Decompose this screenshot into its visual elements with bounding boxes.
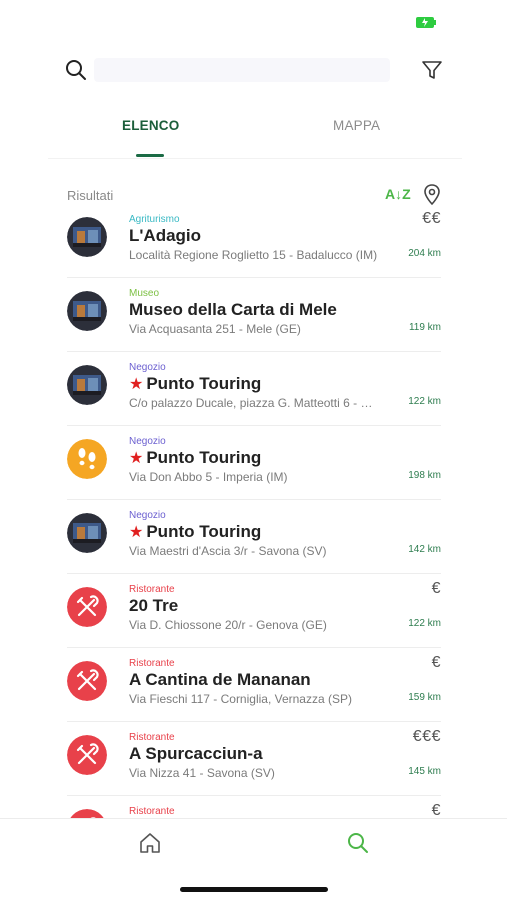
list-item[interactable]: Agriturismo L'Adagio Località Regione Rogl… bbox=[0, 204, 507, 278]
photo-icon bbox=[67, 513, 107, 553]
fork-knife-icon bbox=[67, 809, 107, 818]
search-icon[interactable] bbox=[64, 58, 88, 82]
home-icon[interactable] bbox=[138, 831, 162, 855]
item-name-text: L'Adagio bbox=[129, 226, 202, 245]
photo-icon bbox=[67, 217, 107, 257]
tab-bar: ELENCO MAPPA bbox=[48, 100, 462, 160]
tab-active-indicator bbox=[136, 154, 164, 157]
item-name-text: Punto Touring bbox=[146, 522, 262, 541]
fork-knife-icon bbox=[67, 735, 107, 775]
item-name: L'Adagio bbox=[129, 226, 201, 246]
item-address: Via Maestri d'Ascia 3/r - Savona (SV) bbox=[129, 544, 327, 558]
tabs-divider bbox=[48, 158, 462, 159]
search-bar bbox=[64, 52, 452, 90]
item-name: Museo della Carta di Mele bbox=[129, 300, 337, 320]
search-icon[interactable] bbox=[346, 831, 370, 855]
item-category: Negozio bbox=[129, 362, 166, 373]
bottom-nav bbox=[0, 818, 507, 900]
filter-icon[interactable] bbox=[420, 58, 444, 82]
item-distance: 159 km bbox=[408, 692, 441, 703]
item-name: ★ Punto Touring bbox=[129, 522, 261, 542]
item-price: € bbox=[431, 580, 441, 597]
item-address: Via Fieschi 117 - Corniglia, Vernazza (S… bbox=[129, 692, 352, 706]
item-name: A Spurcacciun-a bbox=[129, 744, 263, 764]
list-item[interactable]: Ristorante A Spurcacciun-a Via Nizza 41 - … bbox=[0, 722, 507, 796]
star-icon: ★ bbox=[129, 524, 144, 541]
item-distance: 145 km bbox=[408, 766, 441, 777]
star-icon: ★ bbox=[129, 376, 144, 393]
item-name-text: Punto Touring bbox=[146, 374, 262, 393]
list-item[interactable]: Negozio ★ Punto Touring Via Maestri d'Ascia… bbox=[0, 500, 507, 574]
item-distance: 204 km bbox=[408, 248, 441, 259]
item-category: Ristorante bbox=[129, 658, 175, 669]
list-item[interactable]: Ristorante A Cantina de Mananan Via Fiesch… bbox=[0, 648, 507, 722]
item-address: Località Regione Roglietto 15 - Badalucc… bbox=[129, 248, 378, 262]
item-address: C/o palazzo Ducale, piazza G. Matteotti … bbox=[129, 396, 379, 410]
list-item[interactable]: Negozio ★ Punto Touring Via Don Abbo 5 - Im… bbox=[0, 426, 507, 500]
item-distance: 142 km bbox=[408, 544, 441, 555]
item-name: A Cantina de Mananan bbox=[129, 670, 311, 690]
fork-knife-icon bbox=[67, 587, 107, 627]
item-category: Ristorante bbox=[129, 732, 175, 743]
results-list: Agriturismo L'Adagio Località Regione Rogl… bbox=[0, 204, 507, 818]
item-category: Museo bbox=[129, 288, 160, 299]
item-price: € bbox=[431, 802, 441, 818]
item-price: €€€ bbox=[412, 728, 441, 745]
photo-icon bbox=[67, 291, 107, 331]
item-address: Via Don Abbo 5 - Imperia (IM) bbox=[129, 470, 288, 484]
item-price: € bbox=[431, 654, 441, 671]
list-item[interactable]: Museo Museo della Carta di Mele Via Acquas… bbox=[0, 278, 507, 352]
item-category: Negozio bbox=[129, 510, 166, 521]
item-name: 20 Tre bbox=[129, 596, 178, 616]
item-distance: 122 km bbox=[408, 396, 441, 407]
item-name-text: A Cantina de Mananan bbox=[129, 670, 311, 689]
results-label: Risultati bbox=[67, 188, 114, 203]
home-indicator bbox=[180, 887, 328, 892]
item-category: Negozio bbox=[129, 436, 166, 447]
item-distance: 122 km bbox=[408, 618, 441, 629]
item-name-text: 20 Tre bbox=[129, 596, 179, 615]
tab-elenco[interactable]: ELENCO bbox=[122, 118, 179, 133]
item-address: Via D. Chiossone 20/r - Genova (GE) bbox=[129, 618, 327, 632]
item-name-text: Punto Touring bbox=[146, 448, 262, 467]
fork-knife-icon bbox=[67, 661, 107, 701]
star-icon: ★ bbox=[129, 450, 144, 467]
item-name: ★ Punto Touring bbox=[129, 374, 261, 394]
item-price: €€ bbox=[422, 210, 441, 227]
item-distance: 119 km bbox=[408, 322, 441, 333]
sort-az-button[interactable]: A↓Z bbox=[385, 186, 411, 202]
item-category: Ristorante bbox=[129, 584, 175, 595]
list-item[interactable]: Ristorante 20 Tre Via D. Chiossone 20/r - … bbox=[0, 574, 507, 648]
list-item[interactable]: Negozio ★ Punto Touring C/o palazzo Ducale,… bbox=[0, 352, 507, 426]
item-address: Via Acquasanta 251 - Mele (GE) bbox=[129, 322, 301, 336]
item-category: Agriturismo bbox=[129, 214, 180, 225]
status-bar bbox=[0, 0, 507, 44]
item-category: Ristorante bbox=[129, 806, 175, 817]
item-name-text: A Spurcacciun-a bbox=[129, 744, 263, 763]
item-address: Via Nizza 41 - Savona (SV) bbox=[129, 766, 275, 780]
footprints-icon bbox=[67, 439, 107, 479]
battery-charging-icon bbox=[416, 17, 436, 28]
tab-mappa[interactable]: MAPPA bbox=[333, 118, 380, 133]
item-name-text: Museo della Carta di Mele bbox=[129, 300, 337, 319]
list-item[interactable]: Ristorante € bbox=[0, 796, 507, 818]
item-distance: 198 km bbox=[408, 470, 441, 481]
item-name: ★ Punto Touring bbox=[129, 448, 261, 468]
search-input[interactable] bbox=[94, 58, 390, 82]
location-pin-icon[interactable] bbox=[423, 184, 441, 206]
photo-icon bbox=[67, 365, 107, 405]
